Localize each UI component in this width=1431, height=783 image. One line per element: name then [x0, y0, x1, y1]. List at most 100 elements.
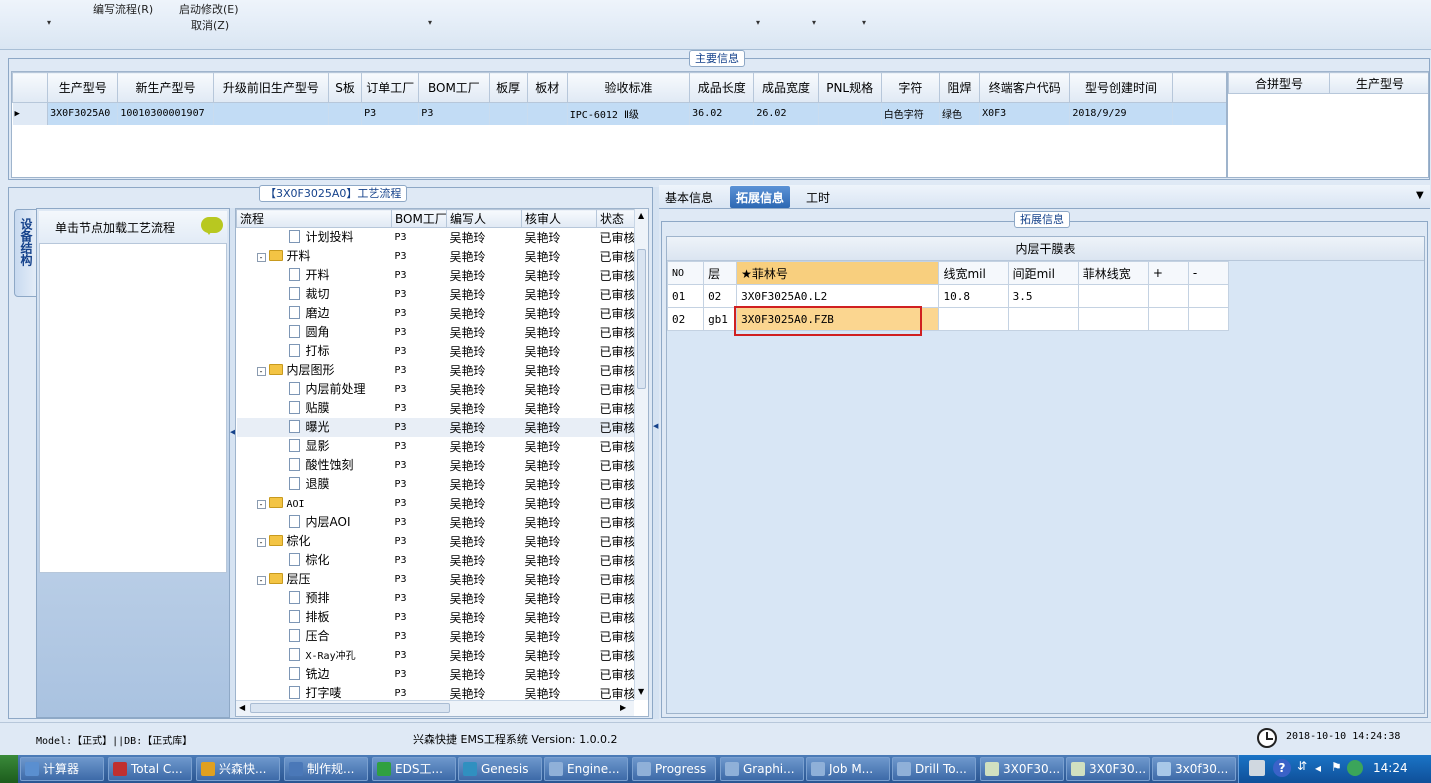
- taskbar-item[interactable]: Graphi...: [720, 757, 804, 781]
- scroll-down-icon[interactable]: ▼: [638, 687, 644, 696]
- tree-node-label[interactable]: 贴膜: [306, 401, 330, 415]
- scroll-thumb[interactable]: [637, 249, 646, 389]
- col-header[interactable]: 板材: [526, 72, 568, 103]
- col-header-bom[interactable]: BOM工厂: [391, 209, 447, 228]
- tree-node-label[interactable]: 压合: [306, 629, 330, 643]
- col-header[interactable]: 合拼型号: [1228, 72, 1330, 94]
- collapse-toggle-icon[interactable]: -: [256, 367, 266, 376]
- taskbar-item[interactable]: Genesis: [458, 757, 542, 781]
- col-header[interactable]: 验收标准: [566, 72, 691, 103]
- tree-row[interactable]: 棕化 P3 吴艳玲 吴艳玲 已审核: [237, 551, 637, 570]
- tree-node-label[interactable]: 内层AOI: [306, 515, 351, 529]
- col-header[interactable]: 订单工厂: [361, 72, 420, 103]
- table-cell[interactable]: 3X0F3025A0: [47, 102, 119, 125]
- table-cell[interactable]: [527, 102, 568, 125]
- tree-node-label[interactable]: 裁切: [306, 287, 330, 301]
- col-header[interactable]: S板: [328, 72, 363, 103]
- tree-node-label[interactable]: X-Ray冲孔: [306, 651, 356, 662]
- scroll-right-icon[interactable]: ▶: [620, 703, 626, 712]
- col-header-no[interactable]: NO: [666, 261, 705, 285]
- col-header[interactable]: 终端客户代码: [979, 72, 1071, 103]
- tree-row[interactable]: 酸性蚀刻 P3 吴艳玲 吴艳玲 已审核: [237, 456, 637, 475]
- help-icon[interactable]: ?: [1273, 759, 1291, 777]
- process-tree-list[interactable]: 流程 BOM工厂 编写人 核审人 状态 计划投料 P3 吴艳玲 吴艳玲 已审核 - 开料 P3…: [235, 208, 649, 717]
- tree-row[interactable]: 计划投料 P3 吴艳玲 吴艳玲 已审核: [237, 228, 637, 248]
- tree-row[interactable]: 退膜 P3 吴艳玲 吴艳玲 已审核: [237, 475, 637, 494]
- taskbar-item[interactable]: 3X0F30...: [980, 757, 1064, 781]
- tree-node-label[interactable]: 棕化: [287, 534, 311, 548]
- tree-row[interactable]: X-Ray冲孔 P3 吴艳玲 吴艳玲 已审核: [237, 646, 637, 665]
- table-cell[interactable]: [818, 102, 882, 125]
- table-row[interactable]: 01 02 3X0F3025A0.L2 10.8 3.5: [666, 284, 1230, 308]
- dropdown-arrow-icon[interactable]: ▾: [47, 18, 51, 27]
- collapse-arrow-icon[interactable]: ◀: [653, 422, 658, 430]
- horizontal-scrollbar[interactable]: ◀ ▶: [236, 700, 634, 716]
- tree-node-label[interactable]: AOI: [287, 499, 305, 510]
- tree-row[interactable]: 开料 P3 吴艳玲 吴艳玲 已审核: [237, 266, 637, 285]
- table-cell[interactable]: [213, 102, 330, 125]
- tree-row[interactable]: 打标 P3 吴艳玲 吴艳玲 已审核: [237, 342, 637, 361]
- tree-row[interactable]: - 层压 P3 吴艳玲 吴艳玲 已审核: [237, 570, 637, 589]
- table-cell[interactable]: P3: [418, 102, 490, 125]
- collapse-toggle-icon[interactable]: -: [256, 253, 266, 262]
- network-icon[interactable]: ⇵: [1297, 759, 1307, 773]
- scroll-up-icon[interactable]: ▲: [638, 211, 644, 220]
- tree-row[interactable]: 圆角 P3 吴艳玲 吴艳玲 已审核: [237, 323, 637, 342]
- tray-app-icon[interactable]: [1347, 760, 1363, 776]
- tree-row[interactable]: 内层AOI P3 吴艳玲 吴艳玲 已审核: [237, 513, 637, 532]
- vertical-scrollbar[interactable]: ▲ ▼: [634, 209, 648, 700]
- tree-node-label[interactable]: 退膜: [306, 477, 330, 491]
- tab-equipment-structure[interactable]: 设备结构: [14, 209, 38, 297]
- scroll-left-icon[interactable]: ◀: [239, 703, 245, 712]
- col-header[interactable]: 新生产型号: [117, 72, 214, 103]
- tab-dropdown-icon[interactable]: ▼: [1416, 190, 1424, 201]
- table-cell[interactable]: 2018/9/29: [1069, 102, 1173, 125]
- tree-node-label[interactable]: 内层图形: [287, 363, 335, 377]
- col-header[interactable]: PNL规格: [817, 72, 882, 103]
- table-cell[interactable]: 36.02: [689, 102, 755, 125]
- tree-row[interactable]: 磨边 P3 吴艳玲 吴艳玲 已审核: [237, 304, 637, 323]
- tree-node-label[interactable]: 层压: [287, 572, 311, 586]
- dropdown-arrow-icon[interactable]: ▾: [428, 18, 432, 27]
- col-header-process[interactable]: 流程: [236, 209, 392, 228]
- tree-node-label[interactable]: 开料: [306, 268, 330, 282]
- tab-work-hours[interactable]: 工时: [806, 189, 830, 206]
- table-cell[interactable]: IPC-6012 Ⅱ级: [567, 102, 691, 125]
- taskbar-item[interactable]: Engine...: [544, 757, 628, 781]
- table-cell[interactable]: 白色字符: [881, 102, 940, 125]
- table-row[interactable]: ▶ 3X0F3025A0 10010300001907 P3 P3 IPC-6012 Ⅱ…: [12, 102, 1226, 125]
- tree-node-label[interactable]: 圆角: [306, 325, 330, 339]
- tree-row[interactable]: 铣边 P3 吴艳玲 吴艳玲 已审核: [237, 665, 637, 684]
- tree-row[interactable]: 排板 P3 吴艳玲 吴艳玲 已审核: [237, 608, 637, 627]
- col-header-reviewer[interactable]: 核审人: [521, 209, 597, 228]
- table-cell[interactable]: P3: [361, 102, 420, 125]
- col-header[interactable]: 生产型号: [47, 72, 119, 103]
- keyboard-icon[interactable]: [1249, 760, 1265, 776]
- start-modify-menu[interactable]: 启动修改(E): [179, 1, 239, 17]
- dropdown-arrow-icon[interactable]: ▾: [756, 18, 760, 27]
- col-header[interactable]: 阻焊: [938, 72, 981, 103]
- taskbar-item[interactable]: 制作规...: [284, 757, 368, 781]
- collapse-toggle-icon[interactable]: -: [256, 576, 266, 585]
- tree-node-label[interactable]: 计划投料: [306, 230, 354, 244]
- tree-row[interactable]: 曝光 P3 吴艳玲 吴艳玲 已审核: [236, 418, 637, 437]
- col-header[interactable]: 成品宽度: [753, 72, 819, 103]
- taskbar-item[interactable]: Progress: [632, 757, 716, 781]
- scroll-thumb[interactable]: [250, 703, 450, 713]
- tree-node-label[interactable]: 打标: [306, 344, 330, 358]
- tree-row[interactable]: 贴膜 P3 吴艳玲 吴艳玲 已审核: [237, 399, 637, 418]
- col-header-writer[interactable]: 编写人: [446, 209, 522, 228]
- tree-node-label[interactable]: 曝光: [306, 420, 330, 434]
- table-cell[interactable]: 26.02: [753, 102, 819, 125]
- col-header-layer[interactable]: 层: [703, 261, 738, 285]
- tree-row[interactable]: - AOI P3 吴艳玲 吴艳玲 已审核: [237, 494, 637, 513]
- tree-node-label[interactable]: 开料: [287, 249, 311, 263]
- col-header[interactable]: 生产型号: [1329, 72, 1428, 94]
- tree-node-label[interactable]: 排板: [306, 610, 330, 624]
- tree-row[interactable]: 显影 P3 吴艳玲 吴艳玲 已审核: [237, 437, 637, 456]
- tree-row[interactable]: 压合 P3 吴艳玲 吴艳玲 已审核: [237, 627, 637, 646]
- taskbar-item[interactable]: 3x0f30...: [1152, 757, 1236, 781]
- tree-node-label[interactable]: 预排: [306, 591, 330, 605]
- start-button[interactable]: [0, 755, 18, 783]
- tab-basic-info[interactable]: 基本信息: [665, 189, 713, 206]
